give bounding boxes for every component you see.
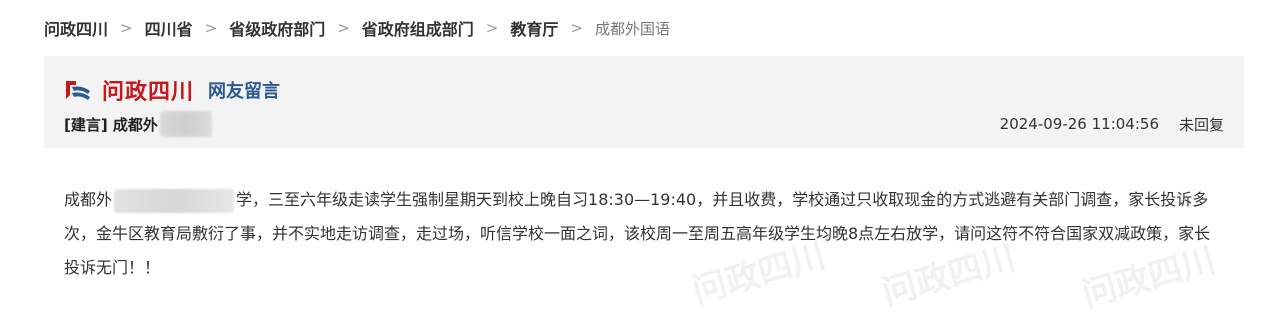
breadcrumb-separator: > bbox=[204, 19, 218, 37]
reply-status: 未回复 bbox=[1178, 115, 1224, 134]
breadcrumb-item-wenzheng[interactable]: 问政四川 bbox=[44, 16, 108, 40]
content-body: 学，三至六年级走读学生强制星期天到校上晚自习18:30—19:40，并且收费，学… bbox=[64, 190, 1211, 277]
breadcrumb-separator: > bbox=[485, 19, 499, 37]
message-title-row: [建言] 成都外 2024-09-26 11:04:56 未回复 bbox=[64, 111, 1224, 137]
breadcrumb-current: 成都外国语 bbox=[594, 19, 670, 38]
message-header-card: 问政四川 网友留言 [建言] 成都外 2024-09-26 11:04:56 未… bbox=[44, 56, 1244, 148]
breadcrumb: 问政四川 > 四川省 > 省级政府部门 > 省政府组成部门 > 教育厅 > 成都… bbox=[44, 16, 670, 40]
content-prefix: 成都外 bbox=[64, 190, 113, 209]
logo-mark-icon bbox=[66, 81, 90, 100]
breadcrumb-separator: > bbox=[120, 19, 133, 37]
redacted-title-block bbox=[159, 111, 212, 137]
breadcrumb-item-provincial-depts[interactable]: 省级政府部门 bbox=[229, 16, 325, 40]
logo-subtitle: 网友留言 bbox=[208, 81, 281, 102]
breadcrumb-item-government-depts[interactable]: 省政府组成部门 bbox=[362, 16, 474, 40]
message-content: 成都外 学，三至六年级走读学生强制星期天到校上晚自习18:30—19:40，并且收… bbox=[64, 183, 1224, 285]
redacted-content-block bbox=[114, 188, 235, 213]
breadcrumb-item-education[interactable]: 教育厅 bbox=[510, 16, 558, 40]
message-datetime: 2024-09-26 11:04:56 bbox=[999, 115, 1159, 133]
breadcrumb-item-sichuan[interactable]: 四川省 bbox=[145, 16, 193, 40]
logo-text: 问政四川 bbox=[102, 79, 195, 105]
breadcrumb-separator: > bbox=[570, 19, 583, 37]
message-meta: 2024-09-26 11:04:56 未回复 bbox=[1000, 114, 1224, 135]
message-title: [建言] 成都外 bbox=[64, 115, 158, 134]
breadcrumb-separator: > bbox=[337, 19, 350, 37]
site-logo[interactable]: 问政四川 网友留言 bbox=[64, 76, 281, 105]
